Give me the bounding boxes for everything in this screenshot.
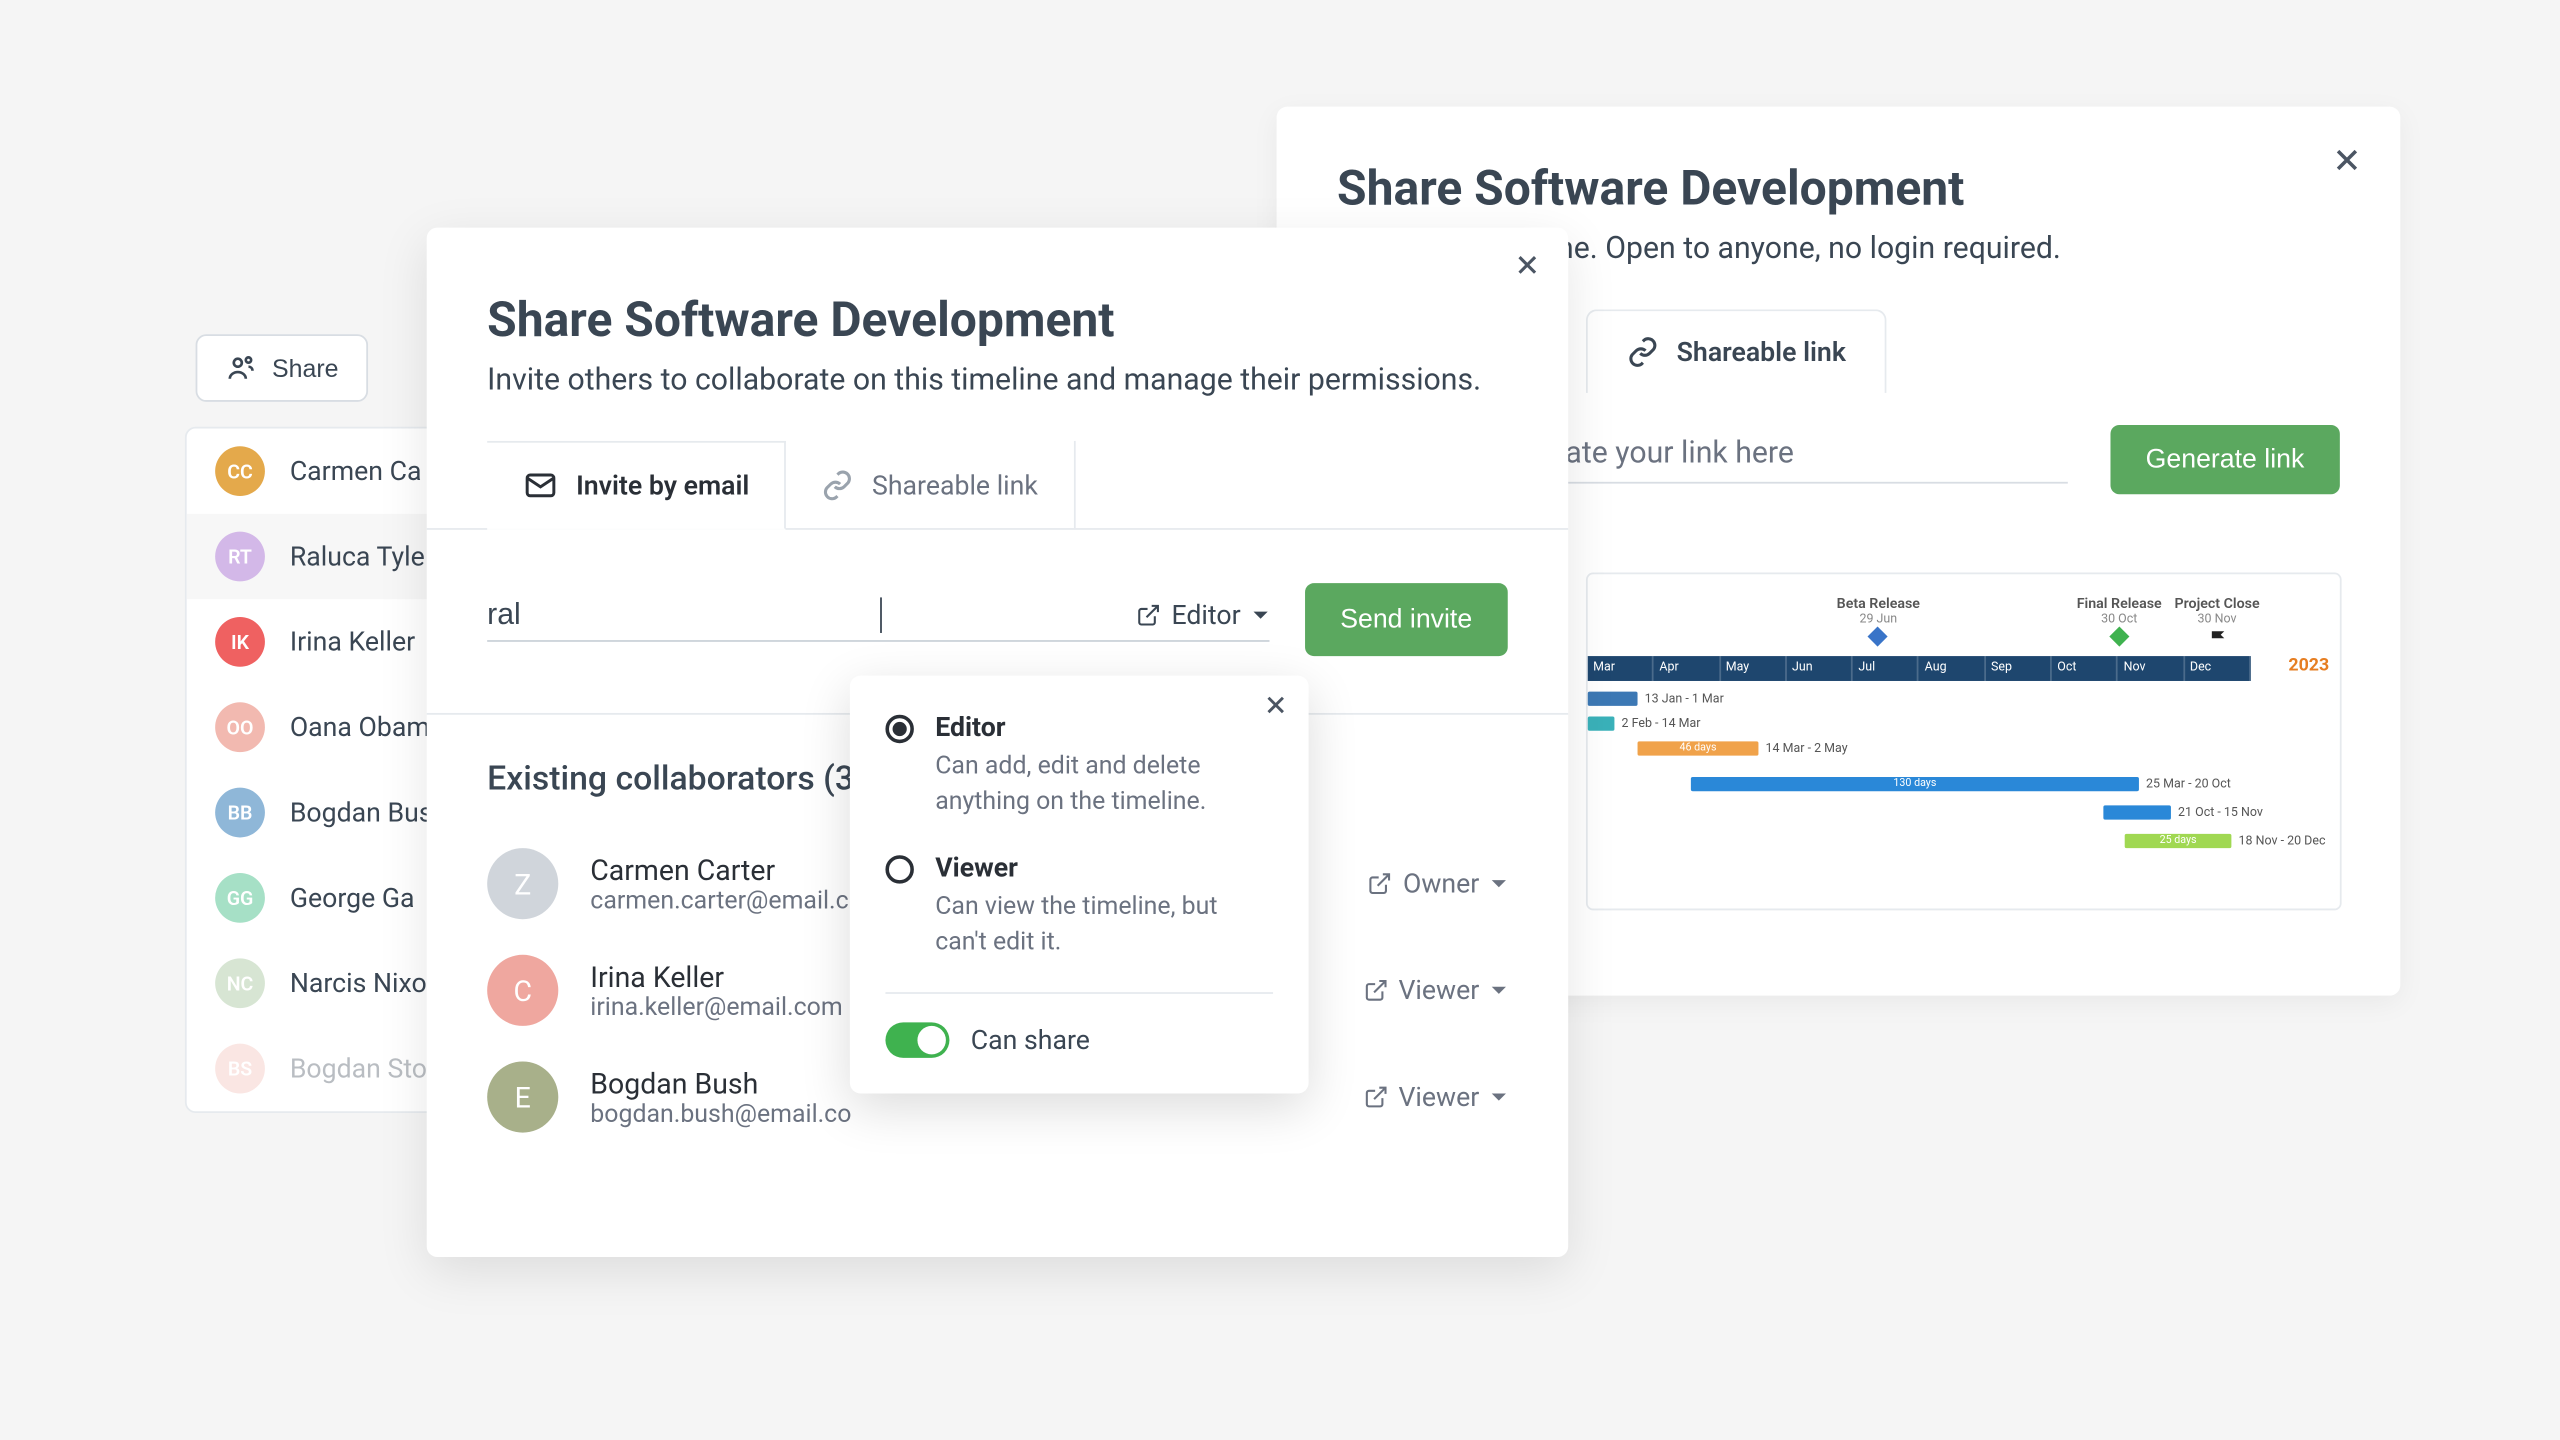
avatar: E [487, 1061, 558, 1132]
avatar: OO [215, 702, 265, 752]
send-invite-button[interactable]: Send invite [1305, 583, 1508, 656]
panel-title: Share Software Development [1337, 160, 2340, 217]
role-label: Owner [1403, 868, 1479, 900]
contact-name: Bogdan Bus [290, 797, 433, 829]
collaborator-role-selector[interactable]: Viewer [1363, 974, 1508, 1006]
gantt-bar [1588, 692, 1638, 706]
dialog-title: Share Software Development [487, 292, 1508, 349]
role-popover: Editor Can add, edit and delete anything… [850, 676, 1309, 1094]
tab-shareable-link[interactable]: Shareable link [787, 441, 1076, 528]
chevron-down-icon [1490, 1088, 1508, 1106]
role-option[interactable]: Editor Can add, edit and delete anything… [885, 711, 1273, 820]
month-axis: MarAprMayJunJulAugSepOctNovDec [1588, 656, 2251, 681]
chevron-down-icon [1251, 606, 1269, 624]
role-name: Viewer [935, 852, 1273, 884]
mail-icon [523, 468, 559, 504]
close-icon[interactable] [1515, 252, 1540, 277]
collaborator-role-selector[interactable]: Owner [1367, 868, 1507, 900]
text-cursor [880, 597, 882, 633]
year-label: 2023 [2288, 656, 2329, 676]
role-option[interactable]: Viewer Can view the timeline, but can't … [885, 852, 1273, 961]
tab-label: Shareable link [1677, 336, 1846, 368]
role-label: Viewer [1398, 1081, 1479, 1113]
tab-label: Invite by email [576, 469, 749, 501]
radio-button[interactable] [885, 715, 913, 743]
avatar: BS [215, 1044, 265, 1094]
chevron-down-icon [1490, 875, 1508, 893]
bar-label: 21 Oct - 15 Nov [2178, 805, 2263, 819]
gantt-bar [2103, 805, 2171, 819]
email-input-wrapper[interactable]: Editor [487, 597, 1269, 641]
dialog-subtitle: Invite others to collaborate on this tim… [487, 363, 1508, 399]
milestone: Beta Release29 Jun [1837, 596, 1920, 648]
contact-name: Oana Obam [290, 711, 430, 743]
role-label: Editor [1171, 599, 1240, 631]
avatar: C [487, 955, 558, 1026]
collaborator-role-selector[interactable]: Viewer [1363, 1081, 1508, 1113]
share-button[interactable]: Share [196, 334, 369, 402]
close-icon[interactable] [2333, 146, 2361, 174]
avatar: IK [215, 617, 265, 667]
role-selector[interactable]: Editor [1136, 599, 1269, 631]
role-label: Viewer [1398, 974, 1479, 1006]
close-icon[interactable] [1264, 693, 1287, 716]
external-link-icon [1136, 603, 1161, 628]
avatar: Z [487, 848, 558, 919]
external-link-icon [1367, 871, 1392, 896]
role-description: Can add, edit and delete anything on the… [935, 750, 1273, 820]
timeline-preview: Beta Release29 Jun Final Release30 OctPro… [1586, 573, 2342, 911]
external-link-icon [1363, 1085, 1388, 1110]
avatar: GG [215, 873, 265, 923]
tab-invite-by-email[interactable]: Invite by email [487, 441, 786, 530]
role-description: Can view the timeline, but can't edit it… [935, 891, 1273, 961]
gantt-bar: 46 days [1638, 741, 1759, 755]
contact-name: Bogdan Sto [290, 1053, 427, 1085]
can-share-toggle[interactable] [885, 1023, 949, 1059]
radio-button[interactable] [885, 856, 913, 884]
chevron-down-icon [1490, 981, 1508, 999]
bar-label: 2 Feb - 14 Mar [1622, 717, 1701, 731]
external-link-icon [1363, 978, 1388, 1003]
avatar: BB [215, 788, 265, 838]
toggle-label: Can share [971, 1025, 1090, 1057]
link-icon [822, 469, 854, 501]
bar-label: 13 Jan - 1 Mar [1645, 692, 1724, 706]
role-name: Editor [935, 711, 1273, 743]
gantt-bar: 25 days [2125, 834, 2232, 848]
gantt-bar: 130 days [1691, 777, 2139, 791]
link-icon [1627, 336, 1659, 368]
bar-label: 25 Mar - 20 Oct [2146, 777, 2231, 791]
contact-name: George Ga [290, 882, 415, 914]
contact-name: Carmen Ca [290, 455, 422, 487]
contact-name: Narcis Nixo [290, 967, 427, 999]
bar-label: 18 Nov - 20 Dec [2239, 834, 2326, 848]
email-field[interactable] [487, 597, 880, 633]
people-icon [226, 352, 258, 384]
tab-label: Shareable link [872, 469, 1038, 501]
milestone: Final Release30 Oct [2077, 596, 2162, 648]
generate-link-button[interactable]: Generate link [2110, 425, 2340, 494]
milestone: Project Close30 Nov [2174, 596, 2259, 651]
tab-shareable-link[interactable]: Shareable link [1586, 309, 1887, 393]
contact-name: Raluca Tyle [290, 541, 425, 573]
contact-name: Irina Keller [290, 626, 415, 658]
avatar: CC [215, 446, 265, 496]
avatar: RT [215, 532, 265, 582]
avatar: NC [215, 958, 265, 1008]
collaborator-email: bogdan.bush@email.co [590, 1100, 1363, 1128]
share-button-label: Share [272, 354, 338, 382]
gantt-bar [1588, 717, 1615, 731]
bar-label: 14 Mar - 2 May [1766, 741, 1848, 755]
